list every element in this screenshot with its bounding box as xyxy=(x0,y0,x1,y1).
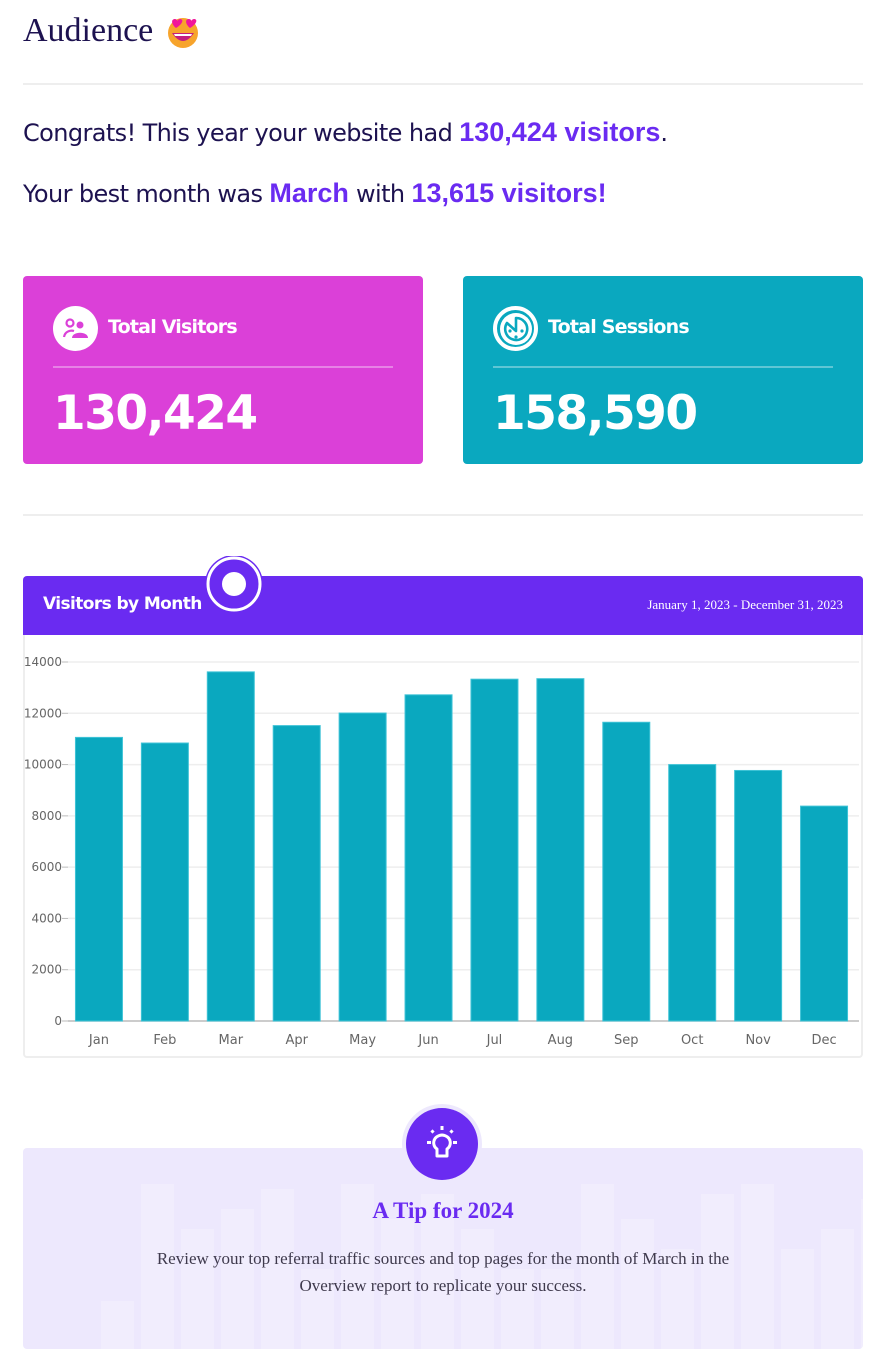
summary-text: . xyxy=(660,119,668,147)
divider xyxy=(23,83,863,85)
x-tick-label: Apr xyxy=(285,1033,308,1048)
bar-sep[interactable] xyxy=(602,721,651,1022)
visitors-bar-chart: 0 2000 4000 6000 8000 10000 12000 14000 Jan Feb M… xyxy=(24,655,859,1048)
sessions-clock-icon xyxy=(493,306,538,351)
x-tick-label: Jan xyxy=(88,1033,109,1048)
y-tick-label: 14000 xyxy=(24,655,62,669)
chart-header: Visitors by Month January 1, 2023 - Dece… xyxy=(23,576,863,635)
y-tick-label: 10000 xyxy=(24,758,62,772)
stat-label: Total Sessions xyxy=(548,316,690,338)
y-tick-label: 2000 xyxy=(31,963,62,977)
card-divider xyxy=(493,366,833,368)
x-tick-label: Dec xyxy=(811,1033,836,1048)
bar-jan[interactable] xyxy=(74,736,123,1022)
x-tick-label: Feb xyxy=(153,1033,176,1048)
x-tick-label: Oct xyxy=(681,1033,703,1048)
y-tick-label: 4000 xyxy=(31,911,62,925)
lightbulb-icon xyxy=(406,1108,478,1180)
page-title-text: Audience xyxy=(23,12,154,49)
decorative-bar xyxy=(781,1249,814,1349)
stat-value: 130,424 xyxy=(53,386,258,441)
bar-apr[interactable] xyxy=(272,725,321,1022)
summary-text: Congrats! This year your website had xyxy=(23,119,460,147)
y-tick-label: 0 xyxy=(54,1014,62,1028)
summary-line-visitors: Congrats! This year your website had 130… xyxy=(23,117,668,148)
heart-eyes-emoji-icon xyxy=(165,13,201,49)
bar-oct[interactable] xyxy=(668,764,717,1022)
bar-nov[interactable] xyxy=(734,769,783,1022)
tip-title: A Tip for 2024 xyxy=(372,1198,514,1223)
x-tick-label: Sep xyxy=(614,1033,639,1048)
best-month-visitors-highlight: 13,615 visitors! xyxy=(411,178,607,208)
summary-line-best-month: Your best month was March with 13,615 vi… xyxy=(23,178,607,209)
stat-value: 158,590 xyxy=(493,386,698,441)
bar-aug[interactable] xyxy=(536,678,585,1022)
summary-text: with xyxy=(348,180,412,208)
x-tick-label: Mar xyxy=(219,1033,244,1048)
stat-label: Total Visitors xyxy=(108,316,238,338)
bar-jul[interactable] xyxy=(470,678,519,1022)
date-range: January 1, 2023 - December 31, 2023 xyxy=(647,597,843,612)
summary-text: Your best month was xyxy=(23,180,270,208)
bar-dec[interactable] xyxy=(800,805,849,1022)
x-tick-label: Nov xyxy=(745,1033,771,1048)
chart-title: Visitors by Month xyxy=(43,594,202,614)
tip-text: Review your top referral traffic sources… xyxy=(156,1249,730,1295)
lightbulb-badge xyxy=(402,1104,482,1184)
x-tick-label: Aug xyxy=(548,1033,573,1048)
decorative-bar xyxy=(821,1229,854,1349)
bar-mar[interactable] xyxy=(206,671,255,1022)
bar-feb[interactable] xyxy=(140,742,189,1022)
total-visitors-highlight: 130,424 visitors xyxy=(459,117,661,147)
total-visitors-card: Total Visitors 130,424 xyxy=(23,276,423,464)
total-sessions-card: Total Sessions 158,590 xyxy=(463,276,863,464)
x-tick-label: Jul xyxy=(486,1033,503,1048)
page-title: Audience xyxy=(23,12,201,50)
y-tick-label: 12000 xyxy=(24,706,62,720)
x-tick-label: Jun xyxy=(417,1033,438,1048)
bar-jun[interactable] xyxy=(404,694,453,1022)
bar-may[interactable] xyxy=(338,712,387,1022)
divider xyxy=(23,514,863,516)
chart-decor-ring-icon xyxy=(202,555,266,616)
x-tick-label: May xyxy=(349,1033,376,1048)
decorative-bar xyxy=(101,1301,134,1349)
y-tick-label: 8000 xyxy=(31,809,62,823)
y-tick-label: 6000 xyxy=(31,860,62,874)
users-icon xyxy=(53,306,98,351)
best-month-highlight: March xyxy=(269,178,349,208)
card-divider xyxy=(53,366,393,368)
